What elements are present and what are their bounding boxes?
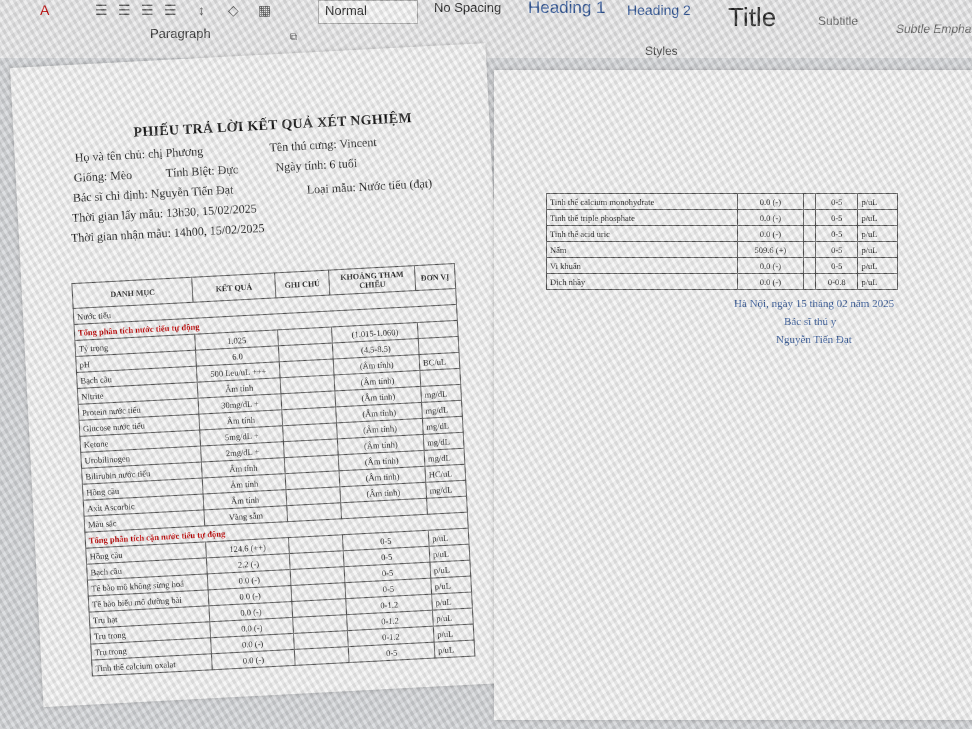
style-heading-1[interactable]: Heading 1 [528, 0, 606, 18]
table-cell [803, 225, 817, 242]
sex-line: Tính Biệt: Đực [165, 162, 239, 180]
align-right-icon[interactable]: ☰ [141, 2, 154, 19]
age-line: Ngày tính: 6 tuổi [275, 155, 358, 175]
table-cell: 0.0 (-) [211, 649, 296, 670]
borders-icon[interactable]: ▦ [258, 2, 271, 19]
table-cell: p/uL [857, 273, 898, 290]
paragraph-dialog-launcher-icon[interactable]: ⧉ [290, 32, 297, 43]
table-cell: 0.0 (-) [736, 193, 805, 210]
table-cell: 0-5 [815, 257, 859, 274]
table-cell: 509.6 (+) [736, 241, 805, 258]
owner-line: Họ và tên chủ: chị Phương [74, 144, 204, 165]
sample-type-line: Loại mẫu: Nước tiểu (đạt) [306, 176, 433, 197]
table-cell: p/uL [434, 639, 475, 659]
species-line: Giống: Mèo [73, 167, 133, 185]
table-row: Tinh thể acid uric 0.0 (-) 0-5 p/uL [546, 225, 898, 242]
table-cell: 0-5 [815, 193, 859, 210]
table-row: Tinh thể calcium monohydrate 0.0 (-) 0-5 p/… [546, 193, 898, 210]
table-cell: 0-5 [348, 642, 435, 663]
style-heading-2[interactable]: Heading 2 [627, 2, 691, 18]
table-cell: p/uL [857, 225, 898, 242]
paragraph-group-label: Paragraph [150, 26, 211, 41]
line-spacing-icon[interactable]: ↕ [198, 2, 205, 18]
table-cell: Tinh thể calcium monohydrate [546, 193, 738, 210]
table-cell: Tinh thể acid uric [546, 225, 738, 242]
ribbon-toolbar: A ☰ ☰ ☰ ☰ ↕ ◇ ▦ Paragraph ⧉ Normal No Sp… [0, 0, 972, 59]
table-cell: 0-5 [815, 209, 859, 226]
style-normal[interactable]: Normal [318, 0, 418, 24]
table-cell [803, 241, 817, 258]
table-cell [803, 273, 817, 290]
style-subtitle[interactable]: Subtitle [818, 14, 858, 28]
styles-group-label: Styles [645, 44, 678, 58]
table-cell: p/uL [857, 241, 898, 258]
table-cell [803, 209, 817, 226]
shading-icon[interactable]: ◇ [228, 2, 239, 19]
doctor-line: Bác sĩ chỉ định: Nguyễn Tiến Đạt [72, 182, 234, 205]
table-cell: 0.0 (-) [736, 209, 805, 226]
align-left-icon[interactable]: ☰ [95, 2, 108, 19]
table-cell: 0.0 (-) [736, 225, 805, 242]
pet-name-line: Tên thú cưng: Vincent [269, 134, 377, 155]
table-cell: 0-5 [815, 225, 859, 242]
table-cell [803, 193, 817, 210]
results-table: DANH MỤC KẾT QUẢ GHI CHÚ KHOẢNG THAM CHI… [71, 263, 475, 677]
font-color-icon[interactable]: A [40, 2, 49, 18]
table-cell: 0.0 (-) [736, 257, 805, 274]
table-cell: Dịch nhầy [546, 273, 738, 290]
style-subtle-emphasis[interactable]: Subtle Emphas [896, 22, 972, 36]
table-cell: p/uL [857, 193, 898, 210]
table-row: Nấm 509.6 (+) 0-5 p/uL [546, 241, 898, 258]
signature-place-date: Hà Nội, ngày 15 tháng 02 năm 2025 [734, 298, 895, 310]
table-cell: Vi khuẩn [546, 257, 738, 274]
align-center-icon[interactable]: ☰ [118, 2, 131, 19]
table-row: Tinh thể triple phosphate 0.0 (-) 0-5 p/uL [546, 209, 898, 226]
header-unit: ĐƠN VỊ [414, 263, 456, 291]
signature-name: Nguyễn Tiến Đạt [776, 334, 852, 346]
header-note: GHI CHÚ [274, 270, 331, 298]
table-cell: p/uL [857, 257, 898, 274]
signature-role: Bác sĩ thú y [784, 316, 837, 328]
document-page-1[interactable]: PHIẾU TRẢ LỜI KẾT QUẢ XÉT NGHIỆM Họ và t… [10, 43, 519, 708]
results-table-continued: Tinh thể calcium monohydrate 0.0 (-) 0-5 p/… [546, 193, 898, 290]
table-cell: 0-0.8 [815, 273, 859, 290]
style-title[interactable]: Title [728, 2, 776, 33]
table-row: Dịch nhầy 0.0 (-) 0-0.8 p/uL [546, 273, 898, 290]
justify-icon[interactable]: ☰ [164, 2, 177, 19]
table-cell: 0-5 [815, 241, 859, 258]
document-page-2[interactable]: Tinh thể calcium monohydrate 0.0 (-) 0-5 p/… [494, 70, 972, 720]
table-cell: 0.0 (-) [736, 273, 805, 290]
style-no-spacing[interactable]: No Spacing [434, 0, 501, 15]
table-cell [803, 257, 817, 274]
table-cell: p/uL [857, 209, 898, 226]
table-cell [294, 646, 350, 666]
table-cell: Nấm [546, 241, 738, 258]
table-cell: Tinh thể triple phosphate [546, 209, 738, 226]
table-row: Vi khuẩn 0.0 (-) 0-5 p/uL [546, 257, 898, 274]
receive-time-line: Thời gian nhận mẫu: 14h00, 15/02/2025 [70, 220, 265, 246]
